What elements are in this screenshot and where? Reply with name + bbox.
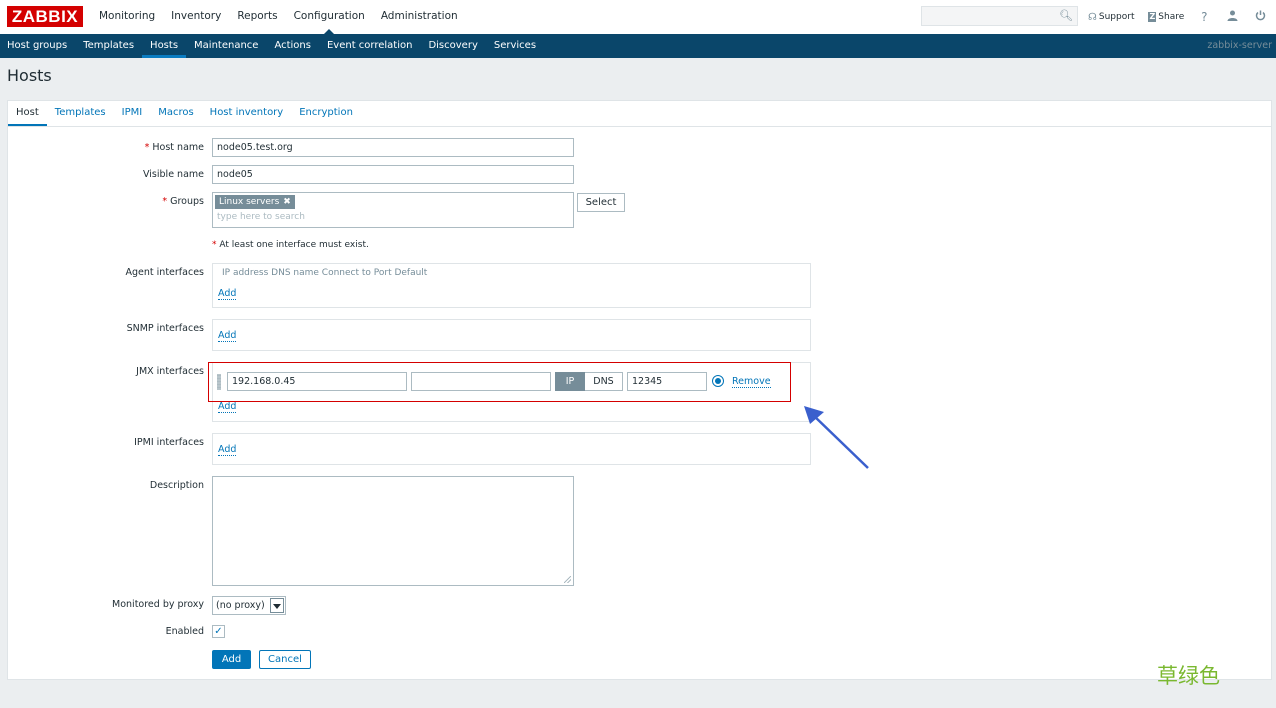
enabled-label: Enabled bbox=[165, 626, 204, 637]
jmx-interfaces-label: JMX interfaces bbox=[136, 366, 204, 377]
groups-search-input[interactable]: type here to search bbox=[217, 212, 305, 222]
jmx-interface-row-highlight: 192.168.0.45 IP DNS 12345 Remove bbox=[208, 362, 791, 402]
menu-reports[interactable]: Reports bbox=[229, 0, 285, 33]
group-tag: Linux servers ✖ bbox=[215, 195, 295, 209]
menu-inventory[interactable]: Inventory bbox=[163, 0, 229, 33]
host-form-panel: Host Templates IPMI Macros Host inventor… bbox=[7, 100, 1272, 680]
tab-host[interactable]: Host bbox=[8, 101, 47, 126]
agent-interface-columns: IP address DNS name Connect to Port Defa… bbox=[222, 268, 428, 278]
search-input[interactable]: 🔍︎ bbox=[921, 6, 1078, 26]
select-groups-button[interactable]: Select bbox=[577, 193, 625, 212]
page-title: Hosts bbox=[7, 66, 52, 85]
cancel-button[interactable]: Cancel bbox=[259, 650, 311, 669]
tab-macros[interactable]: Macros bbox=[150, 101, 201, 126]
resize-handle-icon[interactable] bbox=[564, 576, 571, 583]
sub-menu: Host groups Templates Hosts Maintenance … bbox=[0, 34, 544, 58]
ipmi-interfaces-label: IPMI interfaces bbox=[134, 437, 204, 448]
proxy-selected-value: (no proxy) bbox=[216, 600, 265, 611]
description-textarea[interactable] bbox=[212, 476, 574, 586]
zabbix-logo[interactable]: ZABBIX bbox=[7, 6, 83, 27]
connect-ip-option[interactable]: IP bbox=[555, 372, 585, 391]
host-name-label: * Host name bbox=[144, 142, 204, 153]
proxy-label: Monitored by proxy bbox=[112, 599, 204, 610]
menu-monitoring[interactable]: Monitoring bbox=[91, 0, 163, 33]
tab-ipmi[interactable]: IPMI bbox=[114, 101, 151, 126]
submenu-maintenance[interactable]: Maintenance bbox=[186, 34, 266, 58]
sub-menu-bar: Host groups Templates Hosts Maintenance … bbox=[0, 34, 1276, 58]
headset-icon: ☊ bbox=[1088, 11, 1097, 23]
snmp-interfaces-label: SNMP interfaces bbox=[126, 323, 204, 334]
enabled-checkbox[interactable]: ✓ bbox=[212, 625, 225, 638]
submenu-discovery[interactable]: Discovery bbox=[420, 34, 485, 58]
submenu-actions[interactable]: Actions bbox=[266, 34, 319, 58]
add-button[interactable]: Add bbox=[212, 650, 251, 669]
remove-link[interactable]: Remove bbox=[732, 376, 771, 388]
agent-add-link[interactable]: Add bbox=[218, 288, 237, 300]
visible-name-input[interactable]: node05 bbox=[212, 165, 574, 184]
agent-interfaces-box: IP address DNS name Connect to Port Defa… bbox=[212, 263, 811, 308]
interface-note: * At least one interface must exist. bbox=[212, 240, 369, 250]
menu-configuration[interactable]: Configuration bbox=[286, 0, 373, 34]
jmx-dns-input[interactable] bbox=[411, 372, 551, 391]
snmp-interfaces-box: Add bbox=[212, 319, 811, 351]
groups-label: * Groups bbox=[162, 196, 204, 207]
visible-name-label: Visible name bbox=[143, 169, 204, 180]
menu-administration[interactable]: Administration bbox=[373, 0, 466, 33]
help-icon[interactable]: ? bbox=[1198, 10, 1210, 24]
jmx-add-link[interactable]: Add bbox=[218, 401, 237, 413]
ipmi-add-link[interactable]: Add bbox=[218, 444, 237, 456]
connect-dns-option[interactable]: DNS bbox=[585, 372, 623, 391]
host-name-input[interactable]: node05.test.org bbox=[212, 138, 574, 157]
drag-handle-icon[interactable] bbox=[217, 374, 221, 390]
share-label: Share bbox=[1158, 12, 1185, 22]
tab-encryption[interactable]: Encryption bbox=[291, 101, 361, 126]
snmp-add-link[interactable]: Add bbox=[218, 330, 237, 342]
groups-multiselect[interactable]: Linux servers ✖ type here to search bbox=[212, 192, 574, 228]
share-z-icon: Z bbox=[1148, 12, 1157, 22]
main-menu: Monitoring Inventory Reports Configurati… bbox=[91, 0, 466, 34]
annotation-arrow-icon bbox=[804, 406, 869, 469]
tab-templates[interactable]: Templates bbox=[47, 101, 114, 126]
chevron-down-icon[interactable] bbox=[270, 598, 284, 613]
jmx-port-input[interactable]: 12345 bbox=[627, 372, 707, 391]
header-links: ☊ Support Z Share ? bbox=[1088, 0, 1276, 34]
submenu-hosts[interactable]: Hosts bbox=[142, 34, 187, 58]
description-label: Description bbox=[149, 480, 204, 491]
ipmi-interfaces-box: Add bbox=[212, 433, 811, 465]
tab-host-inventory[interactable]: Host inventory bbox=[202, 101, 292, 126]
submenu-templates[interactable]: Templates bbox=[75, 34, 142, 58]
support-link[interactable]: ☊ Support bbox=[1088, 12, 1134, 23]
form-tabs: Host Templates IPMI Macros Host inventor… bbox=[8, 101, 1271, 127]
tag-remove-icon[interactable]: ✖ bbox=[283, 197, 291, 207]
search-icon[interactable]: 🔍︎ bbox=[1059, 9, 1073, 23]
submenu-host-groups[interactable]: Host groups bbox=[0, 34, 75, 58]
submenu-event-correlation[interactable]: Event correlation bbox=[319, 34, 420, 58]
share-link[interactable]: Z Share bbox=[1148, 12, 1184, 22]
proxy-select[interactable]: (no proxy) bbox=[212, 596, 286, 615]
connect-to-toggle: IP DNS bbox=[555, 372, 623, 391]
top-bar: ZABBIX Monitoring Inventory Reports Conf… bbox=[0, 0, 1276, 35]
power-icon[interactable] bbox=[1254, 10, 1266, 24]
default-radio[interactable] bbox=[712, 375, 724, 387]
jmx-ip-input[interactable]: 192.168.0.45 bbox=[227, 372, 407, 391]
support-label: Support bbox=[1098, 12, 1135, 22]
user-icon[interactable] bbox=[1226, 10, 1238, 24]
server-name: zabbix-server bbox=[1207, 40, 1272, 51]
submenu-services[interactable]: Services bbox=[486, 34, 544, 58]
agent-interfaces-label: Agent interfaces bbox=[125, 267, 204, 278]
watermark-text: 草绿色 bbox=[1157, 664, 1220, 688]
